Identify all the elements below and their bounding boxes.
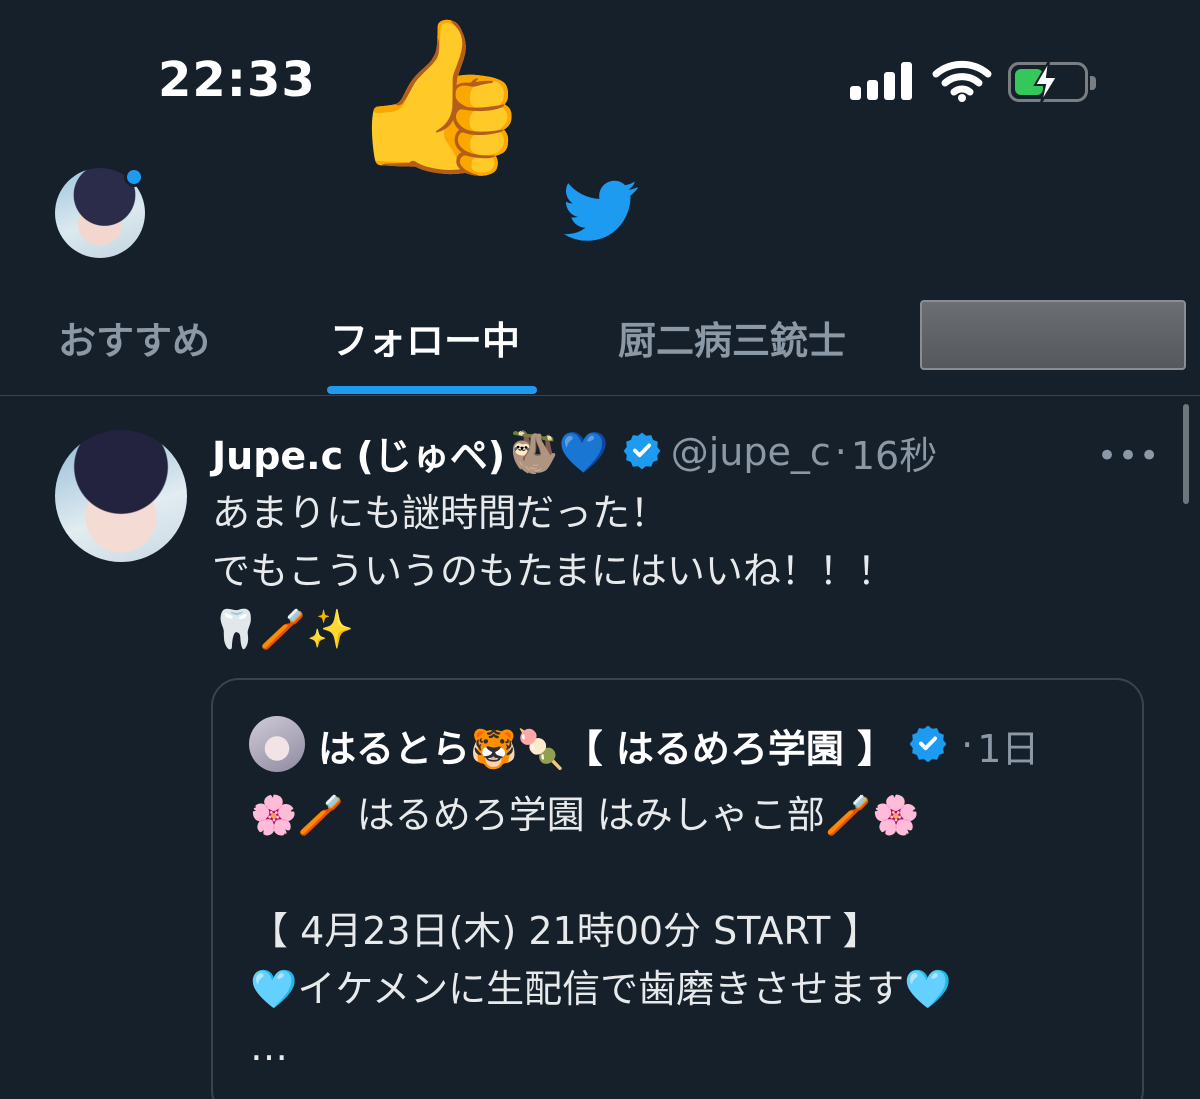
tweet-text: あまりにも謎時間だった！ でもこういうのもたまにはいいね！！！ 🦷🪥✨ — [212, 484, 895, 658]
quoted-text-line: 🌸🪥 はるめろ学園 はみしゃこ部🪥🌸 — [250, 793, 920, 837]
tweet-avatar[interactable] — [55, 430, 187, 562]
tweet-separator: · — [834, 430, 847, 474]
tweet-text-line: あまりにも謎時間だった！ — [212, 491, 669, 535]
more-options-icon[interactable]: ••• — [1097, 436, 1160, 476]
quoted-text-line: … — [250, 1025, 288, 1069]
tweet-text-line: でもこういうのもたまにはいいね！！！ — [212, 549, 895, 593]
notification-dot — [124, 167, 144, 187]
twitter-bird-icon[interactable] — [563, 180, 639, 246]
tweet-author-name[interactable]: Jupe.c (じゅペ) — [212, 425, 505, 480]
tab-redacted[interactable] — [920, 300, 1186, 370]
quoted-author-name: はるとら🐯🍡【 はるめろ学園 】 — [318, 726, 896, 771]
quoted-text-line — [250, 844, 952, 902]
quoted-text-line: 【 4月23日(木) 21時00分 START 】 — [250, 909, 881, 953]
verified-badge-icon — [623, 431, 661, 473]
thumbs-up-emoji: 👍 — [346, 10, 533, 184]
quoted-timestamp: 1日 — [977, 726, 1040, 771]
quoted-separator: · — [961, 723, 974, 767]
tweet-timestamp[interactable]: 16秒 — [851, 425, 937, 480]
wifi-icon — [932, 58, 992, 106]
quoted-tweet-avatar — [249, 716, 305, 772]
tab-following[interactable]: フォロー中 — [330, 310, 520, 365]
status-time: 22:33 — [158, 52, 316, 108]
battery-charging-icon — [1008, 60, 1096, 104]
tweet-text-line: 🦷🪥✨ — [212, 607, 354, 651]
quoted-tweet-header: はるとら🐯🍡【 はるめろ学園 】 · 1日 — [318, 716, 1039, 774]
tweet-author-emoji: 🦥💙 — [509, 429, 609, 476]
verified-badge-icon — [909, 724, 947, 766]
tab-recommended[interactable]: おすすめ — [58, 310, 210, 365]
quoted-text-line: 🩵イケメンに生配信で歯磨きさせます🩵 — [250, 967, 952, 1011]
scrollbar[interactable] — [1183, 404, 1189, 504]
cellular-signal-icon — [850, 60, 914, 100]
quoted-tweet-text: 🌸🪥 はるめろ学園 はみしゃこ部🪥🌸 【 4月23日(木) 21時00分 STA… — [250, 786, 952, 1076]
tweet-author-handle[interactable]: @jupe_c — [671, 430, 831, 474]
tab-list[interactable]: 厨二病三銃士 — [618, 310, 846, 365]
active-tab-indicator — [327, 386, 537, 394]
timeline-tabs: おすすめ フォロー中 厨二病三銃士 — [0, 300, 1200, 396]
tweet-header: Jupe.c (じゅペ) 🦥💙 @jupe_c · 16秒 — [212, 424, 937, 480]
